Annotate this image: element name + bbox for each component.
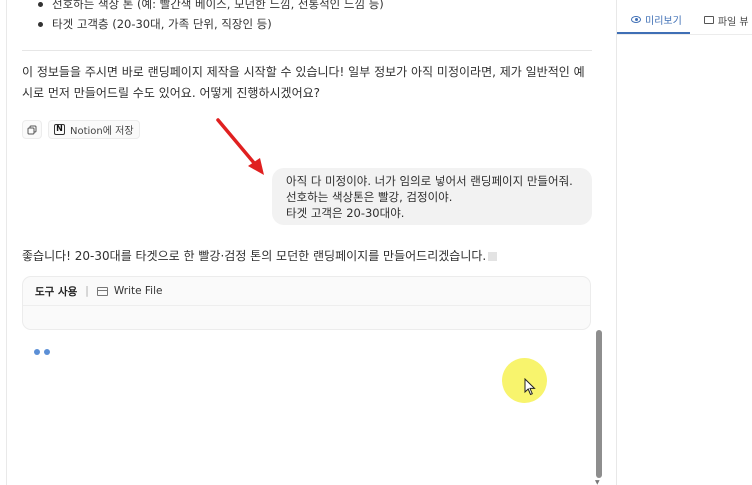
assistant-message: 이 정보들을 주시면 바로 랜딩페이지 제작을 시작할 수 있습니다! 일부 정… bbox=[22, 65, 585, 100]
loading-indicator bbox=[34, 349, 50, 355]
tab-file-view-label: 파일 뷰 bbox=[717, 16, 749, 28]
assistant-reply: 좋습니다! 20-30대를 타겟으로 한 빨강·검정 톤의 모던한 랜딩페이지를… bbox=[22, 246, 498, 266]
save-to-notion-label: Notion에 저장 bbox=[70, 126, 134, 137]
message-divider bbox=[22, 50, 592, 51]
message-actions: N Notion에 저장 bbox=[22, 120, 140, 139]
loading-dot bbox=[44, 349, 50, 355]
copy-button[interactable] bbox=[22, 120, 42, 139]
user-message-line: 타겟 고객은 20-30대야. bbox=[286, 206, 405, 220]
copy-icon bbox=[27, 125, 37, 134]
assistant-reply-text: 좋습니다! 20-30대를 타겟으로 한 빨강·검정 톤의 모던한 랜딩페이지를… bbox=[22, 249, 487, 263]
user-message-line: 선호하는 색상톤은 빨강, 검정이야. bbox=[286, 190, 453, 204]
notion-icon: N bbox=[54, 124, 65, 135]
annotation-arrow bbox=[216, 118, 264, 175]
folder-icon bbox=[703, 16, 714, 24]
user-message: 아직 다 미정이야. 너가 임의로 넣어서 랜딩페이지 만들어줘. 선호하는 색… bbox=[272, 168, 592, 225]
tool-use-label: 도구 사용 bbox=[35, 285, 78, 298]
preview-tabs: 미리보기 파일 뷰 bbox=[617, 6, 752, 35]
loading-dot bbox=[34, 349, 40, 355]
mouse-pointer-icon bbox=[524, 378, 536, 396]
write-file-icon bbox=[96, 286, 108, 296]
bullet-list: 선호하는 색상 톤 (예: 빨간색 베이스, 모던한 느낌, 전통적인 느낌 등… bbox=[38, 0, 384, 34]
save-to-notion-button[interactable]: N Notion에 저장 bbox=[48, 120, 140, 139]
tab-preview-label: 미리보기 bbox=[645, 15, 682, 27]
tab-file-view[interactable]: 파일 뷰 bbox=[690, 6, 749, 34]
tool-use-card[interactable]: 도구 사용 | Write File bbox=[22, 276, 591, 330]
panel-divider bbox=[616, 0, 617, 485]
preview-panel bbox=[605, 0, 752, 485]
scroll-down-arrow[interactable]: ▼ bbox=[595, 479, 600, 485]
bullet-item: 타겟 고객층 (20-30대, 가족 단위, 직장인 등) bbox=[38, 14, 384, 34]
left-divider bbox=[6, 0, 7, 485]
scrollbar-thumb[interactable] bbox=[596, 330, 602, 478]
tool-name: Write File bbox=[113, 285, 163, 297]
tool-separator: | bbox=[85, 285, 89, 297]
tab-preview[interactable]: 미리보기 bbox=[617, 6, 690, 34]
user-message-line: 아직 다 미정이야. 너가 임의로 넣어서 랜딩페이지 만들어줘. bbox=[286, 174, 573, 188]
typing-cursor bbox=[488, 252, 498, 261]
tool-use-header[interactable]: 도구 사용 | Write File bbox=[23, 277, 590, 306]
eye-icon bbox=[631, 15, 641, 23]
bullet-item: 선호하는 색상 톤 (예: 빨간색 베이스, 모던한 느낌, 전통적인 느낌 등… bbox=[38, 0, 384, 14]
chat-panel: 선호하는 색상 톤 (예: 빨간색 베이스, 모던한 느낌, 전통적인 느낌 등… bbox=[0, 0, 605, 485]
